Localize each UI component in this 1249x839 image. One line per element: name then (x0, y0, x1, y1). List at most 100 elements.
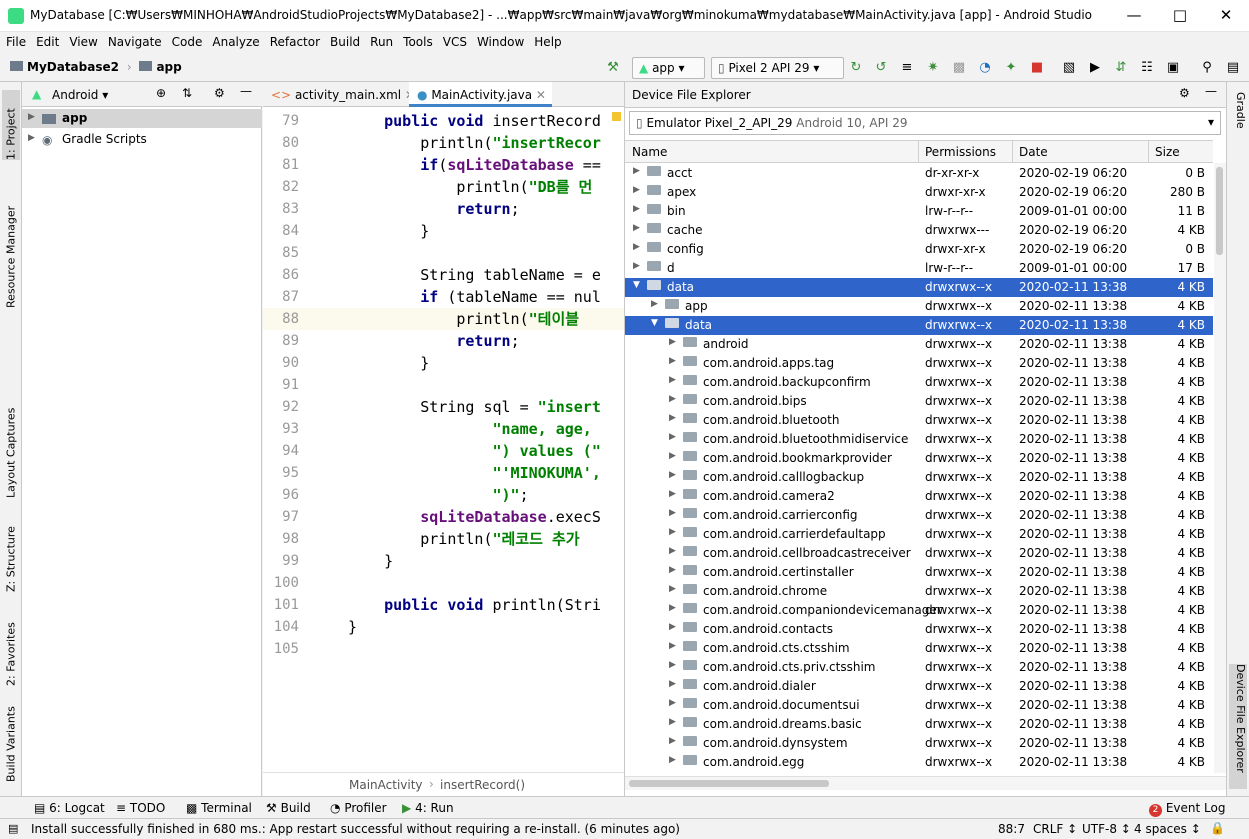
chevron-down-icon[interactable]: ▼ (633, 280, 640, 290)
layout-inspector-icon[interactable]: ▣ (1164, 59, 1182, 77)
chevron-right-icon[interactable]: ▶ (669, 584, 676, 594)
file-encoding[interactable]: UTF-8 ↕ (1082, 822, 1131, 836)
hide-icon[interactable]: — (240, 84, 252, 98)
device-select[interactable]: ▯ Pixel 2 API 29 ▾ (711, 57, 844, 79)
chevron-down-icon[interactable]: ▼ (651, 318, 658, 328)
tab-logcat[interactable]: ▤ 6: Logcat (34, 801, 105, 815)
scroll-thumb[interactable] (629, 780, 829, 787)
breadcrumb-module[interactable]: app (156, 60, 181, 74)
code-line[interactable]: println("insertRecor (348, 132, 601, 154)
tree-item-app[interactable]: ▶ app (22, 109, 262, 128)
tab-build[interactable]: ⚒ Build (266, 801, 311, 815)
gear-icon[interactable]: ⚙ (1179, 86, 1190, 100)
tab-layout-captures[interactable]: Layout Captures (2, 378, 20, 498)
file-row[interactable]: ▶ com.android.companiondevicemanager drwxr… (625, 601, 1213, 620)
code-line[interactable]: sqLiteDatabase.execS (348, 506, 601, 528)
event-icon[interactable]: ▤ (1224, 59, 1242, 77)
menu-navigate[interactable]: Navigate (102, 32, 166, 49)
lock-icon[interactable]: 🔒 (1210, 821, 1225, 835)
code-line[interactable]: if (tableName == nul (348, 286, 601, 308)
tab-run[interactable]: ▶ 4: Run (402, 801, 454, 815)
breadcrumb-class[interactable]: MainActivity (349, 778, 423, 792)
file-row[interactable]: ▶ com.android.cts.priv.ctsshim drwxrwx--x 2… (625, 658, 1213, 677)
menu-build[interactable]: Build (324, 32, 364, 49)
horizontal-scrollbar[interactable] (625, 776, 1227, 790)
code-line[interactable]: } (348, 352, 429, 374)
file-row[interactable]: ▶ com.android.carrierconfig drwxrwx--x 2020… (625, 506, 1213, 525)
code-line[interactable]: ") values (" (348, 440, 601, 462)
chevron-right-icon[interactable]: ▶ (633, 166, 640, 176)
vertical-scrollbar[interactable] (1214, 163, 1226, 773)
device-combo[interactable]: ▯ Emulator Pixel_2_API_29 Android 10, AP… (629, 111, 1221, 135)
file-row[interactable]: ▶ acct dr-xr-xr-x 2020-02-19 06:20 0 B (625, 164, 1213, 183)
menu-run[interactable]: Run (364, 32, 397, 49)
chevron-right-icon[interactable]: ▶ (669, 489, 676, 499)
tab-favorites[interactable]: 2: Favorites (2, 596, 20, 686)
chevron-right-icon[interactable]: ▶ (669, 717, 676, 727)
hide-icon[interactable]: — (1205, 84, 1217, 98)
tab-activity-main-xml[interactable]: <> activity_main.xml ✕ (263, 82, 415, 107)
tab-project[interactable]: 1: Project (2, 90, 20, 160)
debug-app-icon[interactable]: ✦ (1002, 59, 1020, 77)
code-line[interactable]: return; (348, 330, 519, 352)
profile-icon[interactable]: ◔ (976, 59, 994, 77)
tab-terminal[interactable]: ▩ Terminal (186, 801, 252, 815)
file-row[interactable]: ▶ cache drwxrwx--- 2020-02-19 06:20 4 KB (625, 221, 1213, 240)
tree-item-gradle-scripts[interactable]: ▶ ◉ Gradle Scripts (22, 130, 262, 149)
chevron-right-icon[interactable]: ▶ (669, 622, 676, 632)
chevron-right-icon[interactable]: ▶ (669, 470, 676, 480)
file-row[interactable]: ▼ data drwxrwx--x 2020-02-11 13:38 4 KB (625, 278, 1213, 297)
attach-debugger-icon[interactable]: ▩ (950, 59, 968, 77)
code-line[interactable]: String sql = "insert (348, 396, 601, 418)
chevron-right-icon[interactable]: ▶ (633, 204, 640, 214)
chevron-right-icon[interactable]: ▶ (633, 242, 640, 252)
code-line[interactable]: "name, age, (348, 418, 592, 440)
menu-tools[interactable]: Tools (397, 32, 437, 49)
indent-setting[interactable]: 4 spaces ↕ (1134, 822, 1201, 836)
search-icon[interactable]: ⚲ (1198, 59, 1216, 77)
hammer-icon[interactable]: ⚒ (604, 59, 622, 77)
chevron-right-icon[interactable]: ▶ (669, 603, 676, 613)
code-line[interactable]: if(sqLiteDatabase == (348, 154, 601, 176)
code-line[interactable]: } (348, 616, 357, 638)
chevron-right-icon[interactable]: ▶ (669, 565, 676, 575)
menu-file[interactable]: File (0, 32, 30, 49)
file-row[interactable]: ▶ apex drwxr-xr-x 2020-02-19 06:20 280 B (625, 183, 1213, 202)
project-structure-icon[interactable]: ▧ (1060, 59, 1078, 77)
chevron-right-icon[interactable]: ▶ (669, 641, 676, 651)
file-row[interactable]: ▶ app drwxrwx--x 2020-02-11 13:38 4 KB (625, 297, 1213, 316)
view-mode-select[interactable]: Android ▾ (52, 88, 108, 102)
file-row[interactable]: ▶ com.android.cts.ctsshim drwxrwx--x 2020-0… (625, 639, 1213, 658)
code-line[interactable]: } (348, 220, 429, 242)
code-line[interactable]: println("레코드 추가 (348, 528, 579, 550)
file-row[interactable]: ▶ com.android.documentsui drwxrwx--x 2020-0… (625, 696, 1213, 715)
file-row[interactable]: ▶ com.android.certinstaller drwxrwx--x 2020… (625, 563, 1213, 582)
file-row[interactable]: ▶ com.android.bips drwxrwx--x 2020-02-11 13… (625, 392, 1213, 411)
stop-icon[interactable]: ■ (1028, 59, 1046, 77)
run-list-icon[interactable]: ≡ (898, 59, 916, 77)
menu-code[interactable]: Code (166, 32, 207, 49)
file-row[interactable]: ▶ config drwxr-xr-x 2020-02-19 06:20 0 B (625, 240, 1213, 259)
file-row[interactable]: ▶ com.android.contacts drwxrwx--x 2020-02-1… (625, 620, 1213, 639)
col-name[interactable]: Name (632, 145, 667, 159)
tab-structure[interactable]: Z: Structure (2, 502, 20, 592)
chevron-right-icon[interactable]: ▶ (669, 413, 676, 423)
file-row[interactable]: ▶ d lrw-r--r-- 2009-01-01 00:00 17 B (625, 259, 1213, 278)
file-row[interactable]: ▶ com.android.dreams.basic drwxrwx--x 2020-… (625, 715, 1213, 734)
collapse-icon[interactable]: ⇅ (182, 86, 192, 100)
file-row[interactable]: ▶ com.android.carrierdefaultapp drwxrwx--x… (625, 525, 1213, 544)
breadcrumb-method[interactable]: insertRecord() (440, 778, 525, 792)
col-date[interactable]: Date (1019, 145, 1048, 159)
close-button[interactable]: ✕ (1203, 0, 1249, 32)
chevron-right-icon[interactable]: ▶ (651, 299, 658, 309)
event-log-button[interactable]: 2 Event Log (1149, 801, 1225, 817)
minimize-button[interactable]: — (1111, 0, 1157, 32)
tab-build-variants[interactable]: Build Variants (2, 692, 20, 782)
code-line[interactable]: println("테이블 (348, 308, 579, 330)
menu-help[interactable]: Help (528, 32, 565, 49)
gear-icon[interactable]: ⚙ (214, 86, 225, 100)
file-row[interactable]: ▶ com.android.chrome drwxrwx--x 2020-02-11 … (625, 582, 1213, 601)
file-row[interactable]: ▶ com.android.cellbroadcastreceiver drwxrw… (625, 544, 1213, 563)
locate-icon[interactable]: ⊕ (156, 86, 166, 100)
menu-analyze[interactable]: Analyze (206, 32, 263, 49)
